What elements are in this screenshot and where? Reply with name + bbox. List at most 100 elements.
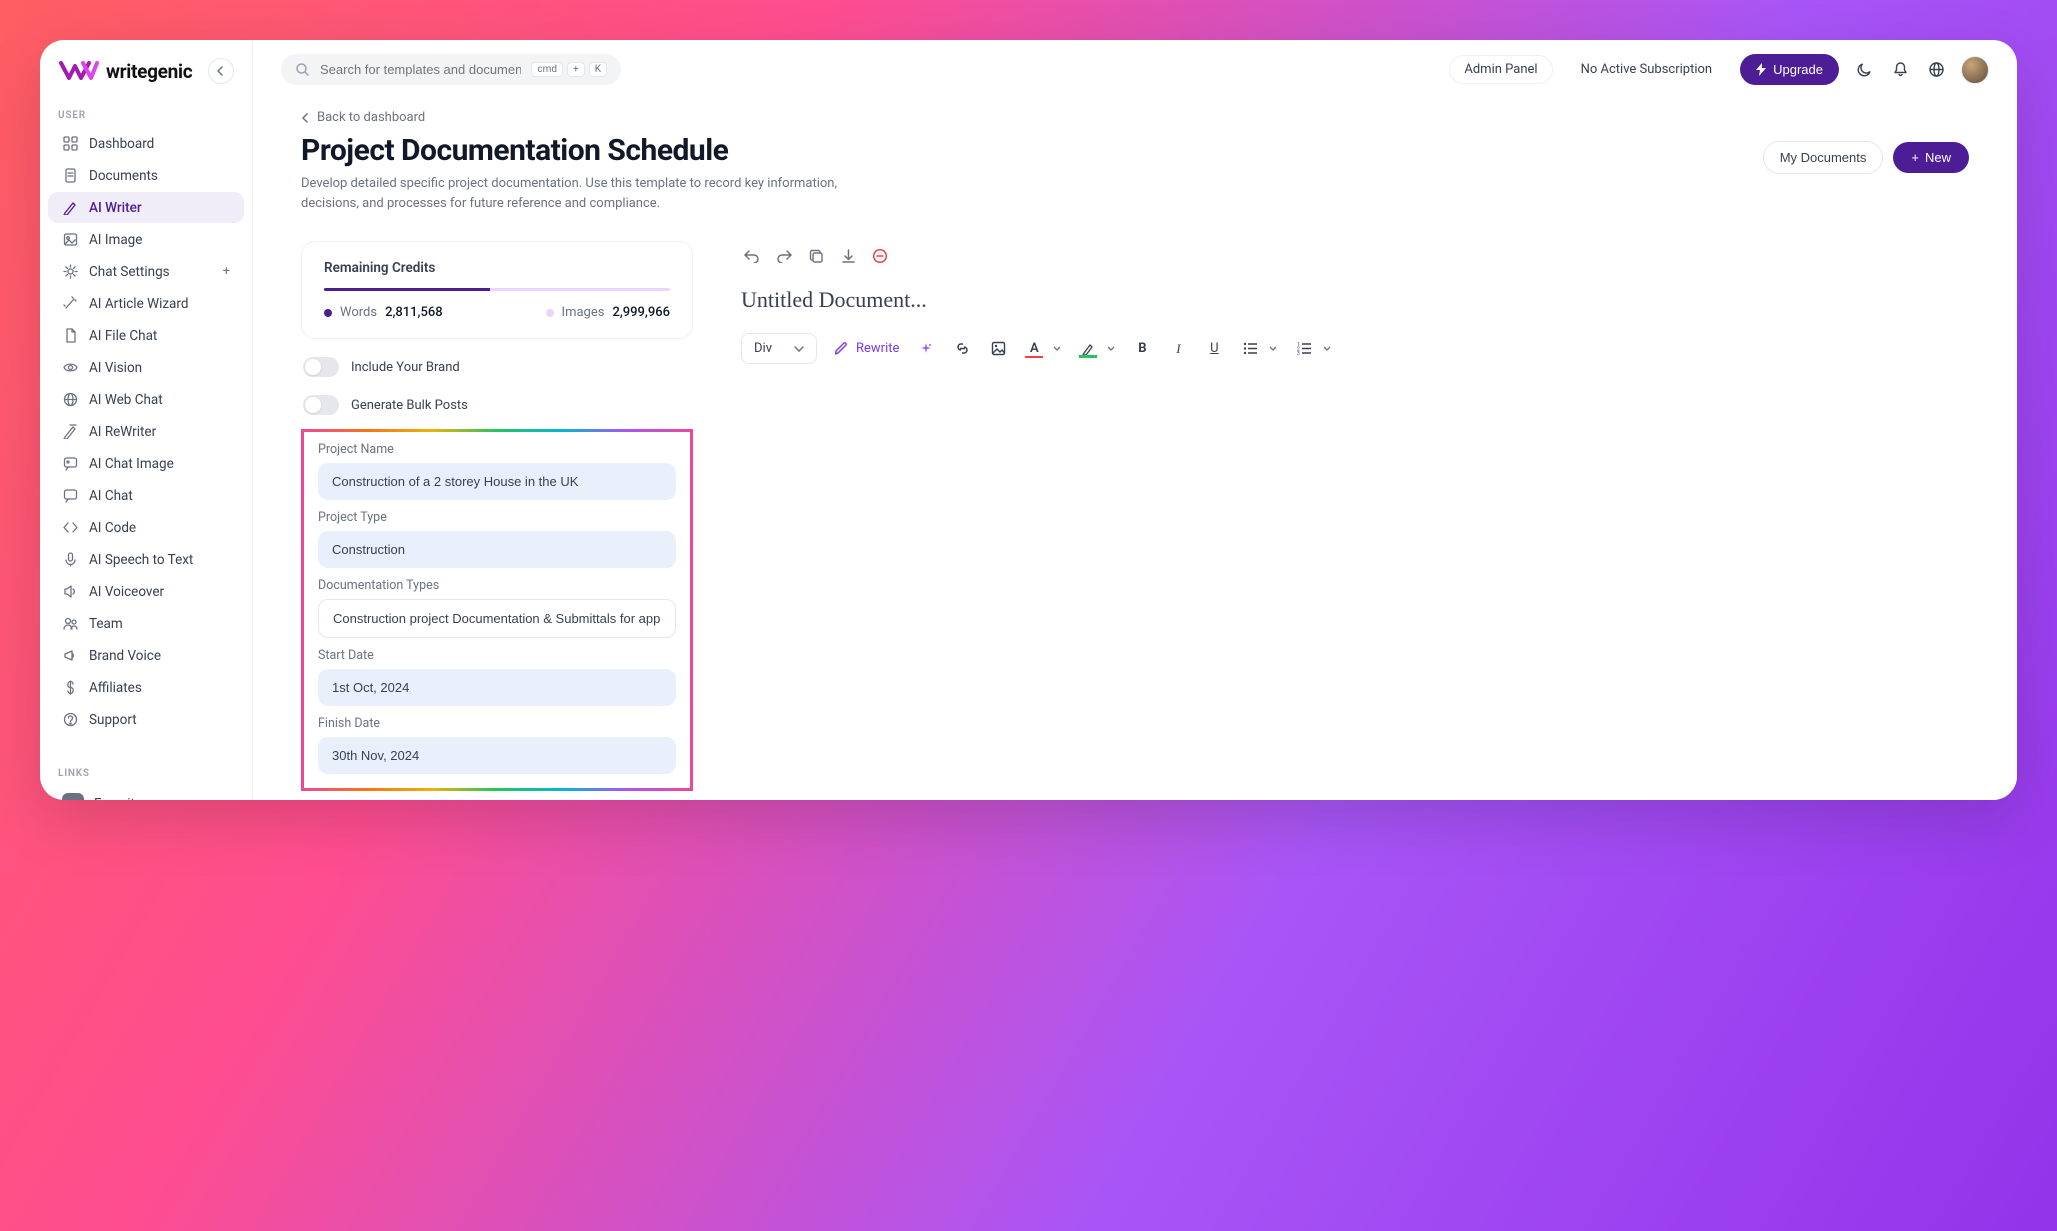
document-title[interactable]: Untitled Document...: [741, 287, 1969, 313]
sidebar-item-ai-web-chat[interactable]: AI Web Chat: [48, 384, 244, 415]
editor-quick-toolbar: [741, 247, 1969, 265]
speaker-icon: [62, 583, 79, 600]
main: cmd+K Admin Panel No Active Subscription…: [253, 40, 2017, 800]
settings-icon: [62, 263, 79, 280]
sidebar-item-ai-voiceover[interactable]: AI Voiceover: [48, 576, 244, 607]
pencil-icon: [62, 199, 79, 216]
rewrite-button[interactable]: Rewrite: [835, 341, 899, 356]
delete-icon[interactable]: [871, 247, 889, 265]
upgrade-button[interactable]: Upgrade: [1740, 54, 1839, 85]
wand-icon: [62, 295, 79, 312]
plus-icon[interactable]: +: [223, 264, 230, 279]
finish-date-input[interactable]: [318, 737, 676, 774]
sidebar-item-label: Team: [89, 616, 123, 632]
sidebar-item-label: AI Speech to Text: [89, 552, 193, 568]
doc-types-input[interactable]: [318, 599, 676, 638]
copy-icon[interactable]: [807, 247, 825, 265]
logo[interactable]: writegenic: [58, 60, 192, 83]
mic-icon: [62, 551, 79, 568]
form-panel: Remaining Credits Words 2,811,568 Images: [301, 241, 693, 791]
rewrite-icon: [62, 423, 79, 440]
top-actions: Admin Panel No Active Subscription Upgra…: [1449, 54, 1989, 85]
credits-title: Remaining Credits: [324, 260, 670, 276]
editor-panel: Untitled Document... Div Rewrite: [741, 241, 1969, 791]
redo-icon[interactable]: [775, 247, 793, 265]
sidebar-item-label: Support: [89, 712, 137, 728]
sidebar-item-ai-rewriter[interactable]: AI ReWriter: [48, 416, 244, 447]
bullet-list-icon[interactable]: [1241, 342, 1259, 355]
new-button[interactable]: + New: [1893, 142, 1969, 173]
start-date-label: Start Date: [318, 648, 676, 663]
sidebar-item-chat-settings[interactable]: Chat Settings+: [48, 256, 244, 287]
sidebar-item-ai-code[interactable]: AI Code: [48, 512, 244, 543]
app-window: writegenic USER DashboardDocuments AI Wri…: [40, 40, 2017, 800]
ai-sparkle-icon[interactable]: [917, 342, 935, 356]
back-link[interactable]: Back to dashboard: [301, 110, 1969, 125]
search-shortcut: cmd+K: [531, 62, 607, 77]
sidebar-item-ai-speech-to-text[interactable]: AI Speech to Text: [48, 544, 244, 575]
dashboard-icon: [62, 135, 79, 152]
admin-panel-link[interactable]: Admin Panel: [1449, 55, 1552, 84]
sidebar-item-affiliates[interactable]: Affiliates: [48, 672, 244, 703]
bulk-toggle-label: Generate Bulk Posts: [351, 398, 468, 413]
italic-icon[interactable]: I: [1169, 341, 1187, 357]
finish-date-label: Finish Date: [318, 716, 676, 731]
subscription-status[interactable]: No Active Subscription: [1567, 56, 1727, 83]
bold-icon[interactable]: B: [1133, 341, 1151, 356]
image-icon: [62, 231, 79, 248]
sidebar-collapse-button[interactable]: [208, 58, 234, 84]
link-icon[interactable]: [953, 341, 971, 356]
search-input[interactable]: [320, 62, 521, 77]
sidebar-item-team[interactable]: Team: [48, 608, 244, 639]
content: Back to dashboard Project Documentation …: [253, 100, 2017, 800]
eye-icon: [62, 359, 79, 376]
theme-toggle-icon[interactable]: [1853, 59, 1875, 81]
language-icon[interactable]: [1925, 59, 1947, 81]
search-icon: [295, 62, 310, 77]
sidebar-item-support[interactable]: Support: [48, 704, 244, 735]
underline-icon[interactable]: U: [1205, 341, 1223, 356]
sidebar-item-brand-voice[interactable]: Brand Voice: [48, 640, 244, 671]
image-icon[interactable]: [989, 341, 1007, 356]
sidebar-link-favorites[interactable]: FFavorites: [48, 786, 244, 800]
sidebar-item-ai-chat-image[interactable]: AI Chat Image: [48, 448, 244, 479]
dollar-icon: [62, 679, 79, 696]
sidebar-item-label: Affiliates: [89, 680, 142, 696]
brand-toggle[interactable]: [303, 357, 339, 377]
project-type-input[interactable]: [318, 531, 676, 568]
doc-types-label: Documentation Types: [318, 578, 676, 593]
topbar: cmd+K Admin Panel No Active Subscription…: [253, 40, 2017, 100]
bulk-toggle[interactable]: [303, 395, 339, 415]
sidebar-item-documents[interactable]: Documents: [48, 160, 244, 191]
sidebar-item-label: AI Writer: [89, 200, 142, 216]
sidebar-item-dashboard[interactable]: Dashboard: [48, 128, 244, 159]
plus-icon: +: [1911, 150, 1919, 165]
project-name-input[interactable]: [318, 463, 676, 500]
page-description: Develop detailed specific project docume…: [301, 174, 881, 213]
block-type-select[interactable]: Div: [741, 333, 817, 364]
numbered-list-icon[interactable]: 123: [1295, 342, 1313, 355]
credits-stats: Words 2,811,568 Images 2,999,966: [324, 305, 670, 320]
my-documents-button[interactable]: My Documents: [1763, 141, 1884, 174]
brand-toggle-label: Include Your Brand: [351, 360, 460, 375]
format-toolbar: Div Rewrite A: [741, 333, 1969, 364]
text-color-icon[interactable]: A: [1025, 341, 1043, 356]
start-date-input[interactable]: [318, 669, 676, 706]
highlight-icon[interactable]: [1079, 342, 1097, 356]
sidebar-item-label: AI Vision: [89, 360, 142, 376]
sidebar-item-ai-file-chat[interactable]: AI File Chat: [48, 320, 244, 351]
sidebar-item-ai-article-wizard[interactable]: AI Article Wizard: [48, 288, 244, 319]
undo-icon[interactable]: [743, 247, 761, 265]
project-name-label: Project Name: [318, 442, 676, 457]
sidebar-item-ai-vision[interactable]: AI Vision: [48, 352, 244, 383]
sidebar-item-ai-chat[interactable]: AI Chat: [48, 480, 244, 511]
download-icon[interactable]: [839, 247, 857, 265]
user-avatar[interactable]: [1961, 56, 1989, 84]
sidebar-item-ai-image[interactable]: AI Image: [48, 224, 244, 255]
sidebar-item-label: AI Image: [89, 232, 142, 248]
page-title: Project Documentation Schedule: [301, 133, 881, 168]
notifications-icon[interactable]: [1889, 59, 1911, 81]
search-box[interactable]: cmd+K: [281, 54, 621, 85]
sidebar-section-user: USER: [40, 102, 252, 127]
sidebar-item-ai-writer[interactable]: AI Writer: [48, 192, 244, 223]
